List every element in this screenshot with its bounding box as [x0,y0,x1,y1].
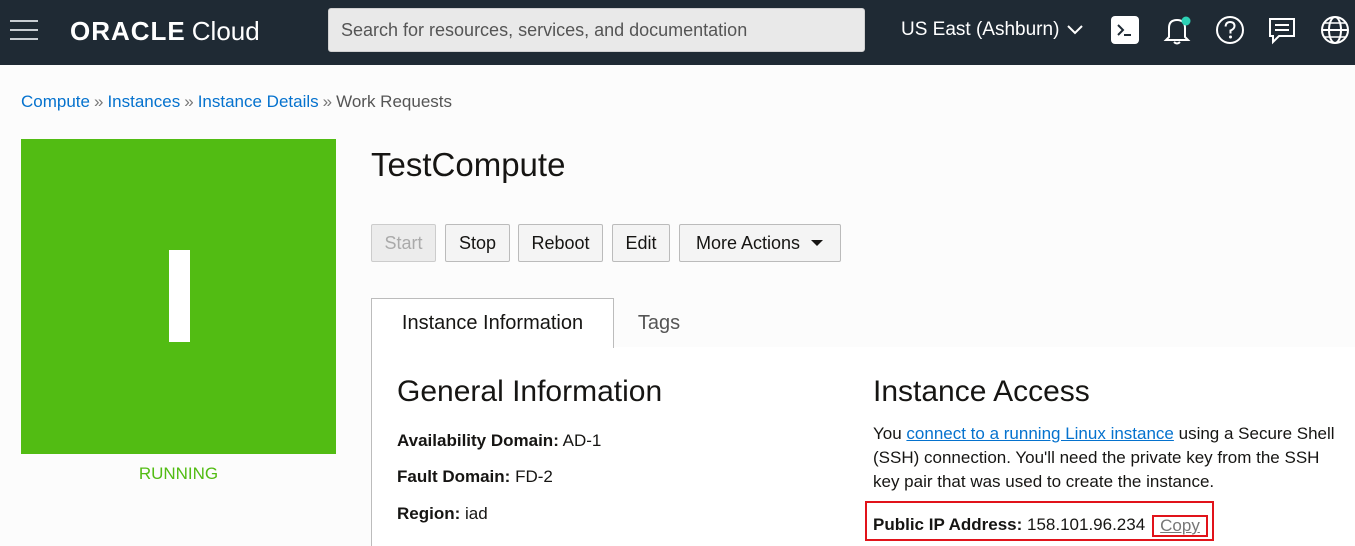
hamburger-menu-icon[interactable] [10,20,38,42]
instance-status-label: RUNNING [138,464,219,483]
availability-domain-label: Availability Domain: [397,431,559,450]
instance-access-description: You connect to a running Linux instance … [873,422,1348,494]
tab-bar: Instance Information Tags [371,298,1355,348]
bell-icon[interactable] [1161,14,1193,46]
logo-product: Cloud [191,16,260,46]
cloud-shell-icon[interactable] [1109,14,1141,46]
region-value: iad [465,504,488,523]
tab-instance-information[interactable]: Instance Information [371,298,614,348]
breadcrumb-instance-details[interactable]: Instance Details [198,92,319,111]
availability-domain-row: Availability Domain: AD-1 [397,431,601,451]
breadcrumb-separator: » [322,92,333,111]
search-box[interactable] [328,8,865,52]
region-selector[interactable]: US East (Ashburn) [901,19,1084,41]
search-input[interactable] [341,19,852,41]
reboot-button[interactable]: Reboot [518,224,603,262]
tab-tags[interactable]: Tags [614,298,704,348]
help-icon[interactable] [1214,14,1246,46]
chat-icon[interactable] [1266,14,1298,46]
general-information-heading: General Information [397,375,663,408]
more-actions-label: More Actions [695,232,801,253]
fault-domain-row: Fault Domain: FD-2 [397,467,553,487]
public-ip-value: 158.101.96.234 [1027,515,1146,534]
instance-access-heading: Instance Access [873,375,1090,408]
region-label: Region: [397,504,461,523]
connect-linux-instance-link[interactable]: connect to a running Linux instance [906,424,1173,443]
fault-domain-label: Fault Domain: [397,467,511,486]
availability-domain-value: AD-1 [562,431,602,450]
page-title: TestCompute [371,146,566,183]
fault-domain-value: FD-2 [515,467,553,486]
breadcrumb-compute[interactable]: Compute [21,92,90,111]
breadcrumb-separator: » [184,92,194,111]
instance-status-tile [21,139,336,454]
public-ip-label: Public IP Address: [873,515,1023,534]
top-navigation-bar: ORACLECloud US East (Ashburn) [0,0,1355,65]
breadcrumb-separator: » [93,92,104,111]
start-button[interactable]: Start [371,224,436,262]
oracle-cloud-logo[interactable]: ORACLE Cloud [70,16,260,47]
more-actions-button[interactable]: More Actions [679,224,841,262]
copy-ip-link[interactable]: Copy [1152,515,1208,537]
stop-button[interactable]: Stop [445,224,510,262]
breadcrumb-current: Work Requests [336,92,453,111]
region-label: US East (Ashburn) [901,19,1060,40]
region-row: Region: iad [397,504,488,524]
instance-tile-letter [169,250,190,342]
breadcrumb: Compute» Instances» Instance Details» Work … [21,92,452,112]
edit-button[interactable]: Edit [612,224,670,262]
logo-brand: ORACLE [70,16,186,46]
chevron-down-icon [1067,25,1084,35]
globe-icon[interactable] [1319,14,1351,46]
breadcrumb-instances[interactable]: Instances [107,92,180,111]
caret-down-icon [811,240,824,246]
access-text-before: You [873,424,907,443]
public-ip-row: Public IP Address: 158.101.96.234 [873,515,1145,535]
